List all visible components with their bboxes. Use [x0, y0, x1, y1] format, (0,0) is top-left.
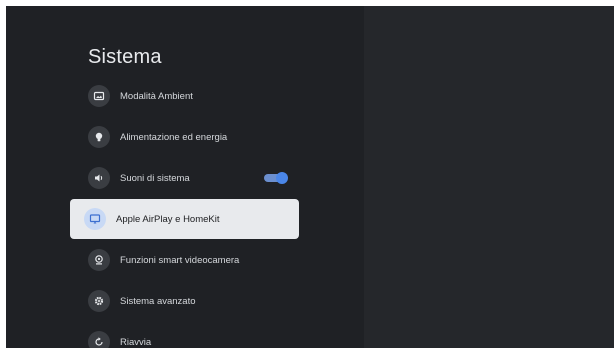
menu-item-ambient-mode[interactable]: Modalità Ambient [88, 81, 300, 111]
menu-item-label: Modalità Ambient [120, 90, 193, 102]
menu-item-power-energy[interactable]: Alimentazione ed energia [88, 122, 300, 152]
menu-item-label: Funzioni smart videocamera [120, 254, 240, 266]
menu-item-label: Sistema avanzato [120, 295, 196, 307]
menu-item-restart[interactable]: Riavvia [88, 327, 300, 348]
detail-pane [364, 6, 614, 348]
tv-screen: Sistema Modalità Ambient Alimentazione e… [6, 6, 614, 348]
webcam-icon [88, 249, 110, 271]
toggle-thumb [276, 172, 288, 184]
menu-item-system-sounds[interactable]: Suoni di sistema [88, 163, 300, 193]
settings-panel: Sistema Modalità Ambient Alimentazione e… [6, 6, 364, 348]
system-sounds-toggle[interactable] [264, 172, 288, 184]
menu-item-label: Apple AirPlay e HomeKit [116, 213, 220, 225]
menu-item-airplay-homekit[interactable]: Apple AirPlay e HomeKit [70, 199, 299, 239]
menu-item-smart-camera[interactable]: Funzioni smart videocamera [88, 245, 300, 275]
speaker-icon [88, 167, 110, 189]
lightbulb-icon [88, 126, 110, 148]
page-title: Sistema [88, 46, 162, 68]
ambient-mode-icon [88, 85, 110, 107]
restart-icon [88, 331, 110, 348]
menu-item-label: Riavvia [120, 336, 152, 348]
menu-item-label: Suoni di sistema [120, 172, 190, 184]
menu-item-label: Alimentazione ed energia [120, 131, 228, 143]
cast-icon [84, 208, 106, 230]
menu-item-advanced-system[interactable]: Sistema avanzato [88, 286, 300, 316]
gear-icon [88, 290, 110, 312]
